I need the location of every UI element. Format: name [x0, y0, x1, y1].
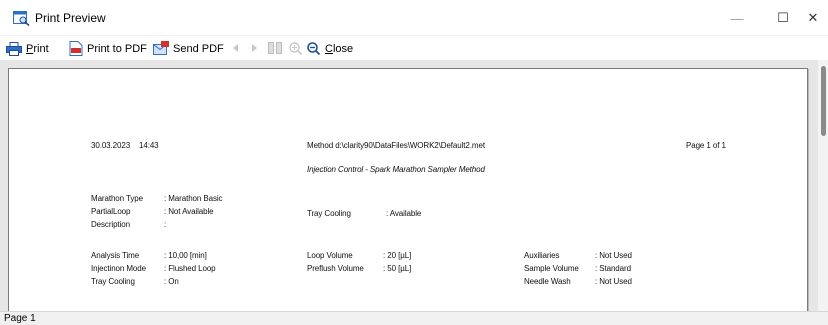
loop-volume-value: : 20 [µL]: [383, 251, 412, 260]
partial-loop-value: : Not Available: [164, 207, 214, 216]
description-label: Description: [91, 220, 130, 229]
injection-mode-value: : Flushed Loop: [164, 264, 216, 273]
loop-volume-label: Loop Volume: [307, 251, 353, 260]
title-bar: Print Preview — ☐ ✕: [0, 0, 828, 36]
auxiliaries-value: : Not Used: [595, 251, 632, 260]
send-pdf-button[interactable]: Send PDF: [153, 40, 224, 57]
next-page-icon[interactable]: [251, 41, 259, 55]
printer-icon: [6, 41, 22, 56]
marathon-type-value: : Marathon Basic: [164, 194, 223, 203]
marathon-type-label: Marathon Type: [91, 194, 143, 203]
page-info: Page 1 of 1: [686, 141, 726, 150]
tray-cooling-availability-value: : Available: [386, 209, 422, 218]
print-to-pdf-button[interactable]: Print to PDF: [69, 40, 147, 57]
send-pdf-label: Send PDF: [173, 42, 224, 55]
print-button[interactable]: Print: [6, 40, 49, 57]
print-label: rint: [33, 42, 49, 55]
tray-cooling-value: : On: [164, 277, 179, 286]
vertical-scrollbar[interactable]: [818, 60, 828, 311]
close-accel: C: [325, 42, 333, 55]
preflush-volume-label: Preflush Volume: [307, 264, 364, 273]
tray-cooling-availability-label: Tray Cooling: [307, 209, 351, 218]
report-time: 14:43: [139, 141, 159, 150]
sample-volume-value: : Standard: [595, 264, 631, 273]
pdf-icon: [69, 41, 83, 56]
print-preview-icon: [13, 11, 30, 27]
two-pages-icon[interactable]: [268, 41, 282, 55]
analysis-time-value: : 10,00 [min]: [164, 251, 207, 260]
auxiliaries-label: Auxiliaries: [524, 251, 560, 260]
tray-cooling-label: Tray Cooling: [91, 277, 135, 286]
close-window-button[interactable]: ✕: [790, 0, 828, 36]
status-bar: Page 1: [0, 311, 828, 325]
needle-wash-value: : Not Used: [595, 277, 632, 286]
description-value: :: [164, 220, 167, 229]
scrollbar-thumb[interactable]: [821, 66, 826, 136]
partial-loop-label: PartialLoop: [91, 207, 131, 216]
needle-wash-label: Needle Wash: [524, 277, 571, 286]
method-path: Method d:\clarity90\DataFiles\WORK2\Defa…: [307, 141, 485, 150]
preflush-volume-value: : 50 [µL]: [383, 264, 412, 273]
close-label: lose: [332, 42, 354, 55]
status-page-label: Page 1: [4, 313, 36, 324]
send-pdf-icon: [153, 41, 169, 55]
report-page: 30.03.2023 14:43 Method d:\clarity90\Dat…: [8, 68, 808, 314]
minimize-button[interactable]: —: [714, 0, 760, 36]
injection-mode-label: Injectinon Mode: [91, 264, 146, 273]
sample-volume-label: Sample Volume: [524, 264, 579, 273]
prev-page-icon[interactable]: [231, 41, 239, 55]
report-date: 30.03.2023: [91, 141, 131, 150]
window-title: Print Preview: [35, 11, 106, 25]
zoom-in-icon[interactable]: [289, 41, 302, 55]
report-subtitle: Injection Control - Spark Marathon Sampl…: [307, 165, 485, 174]
close-preview-button[interactable]: Close: [325, 40, 353, 57]
toolbar: Print Print to PDF Send PDF Close: [0, 36, 828, 60]
zoom-out-icon[interactable]: [307, 41, 320, 55]
print-to-pdf-label: Print to PDF: [87, 42, 147, 55]
preview-area[interactable]: 30.03.2023 14:43 Method d:\clarity90\Dat…: [0, 60, 828, 314]
analysis-time-label: Analysis Time: [91, 251, 140, 260]
